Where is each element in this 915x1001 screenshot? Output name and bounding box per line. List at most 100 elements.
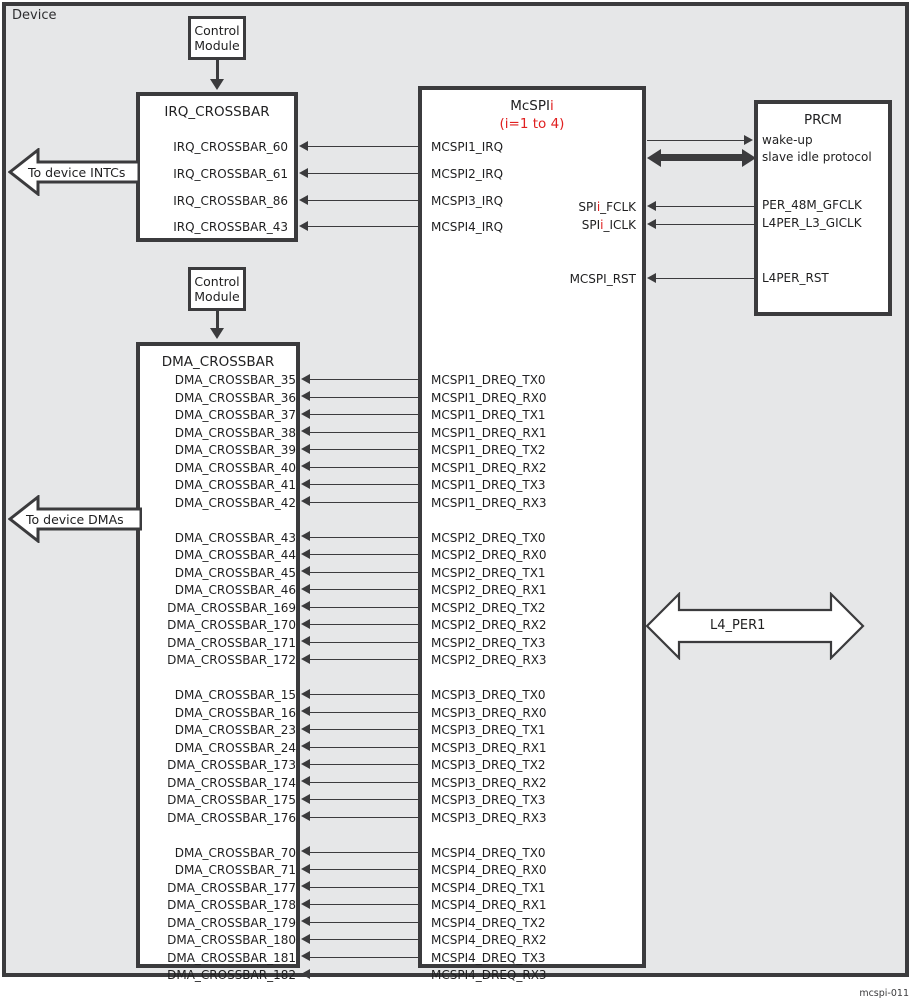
dma-crossbar-port-1-7: DMA_CROSSBAR_172: [167, 653, 296, 667]
mcspi-dreq-port-0-1: MCSPI1_DREQ_RX0: [431, 390, 547, 405]
dma-line-3-3: [309, 904, 418, 905]
dma-line-1-0: [309, 536, 418, 538]
control-module-dma-connector: [216, 311, 219, 329]
dma-line-3-0: [309, 851, 418, 853]
mcspi-dreq-port-2-2: MCSPI3_DREQ_TX1: [431, 723, 546, 737]
prcm-clock-0: PER_48M_GFCLK: [762, 198, 862, 212]
prcm-signal-1: slave idle protocol: [762, 150, 872, 164]
dma-crossbar-port-1-5: DMA_CROSSBAR_170: [167, 618, 296, 632]
dma-crossbar-port-3-4: DMA_CROSSBAR_179: [167, 915, 296, 930]
dma-line-0-0: [309, 379, 418, 380]
dma-line-0-7: [309, 501, 418, 503]
dma-line-3-1: [309, 869, 418, 870]
to-device-dmas-label: To device DMAs: [26, 512, 124, 527]
mcspi-irq-label-0: MCSPI1_IRQ: [431, 140, 504, 154]
mcspi-dreq-port-2-1: MCSPI3_DREQ_RX0: [431, 705, 547, 720]
fclk-line: [655, 206, 754, 207]
control-module-dma: Control Module: [188, 267, 246, 311]
iclk-arrowhead: [647, 219, 656, 229]
dma-line-1-5: [309, 624, 418, 625]
mcspi-irq-label-3: MCSPI4_IRQ: [431, 220, 504, 234]
mcspi-dreq-port-0-7: MCSPI1_DREQ_RX3: [431, 495, 547, 510]
dma-line-1-2: [309, 571, 418, 573]
dma-crossbar-port-2-1: DMA_CROSSBAR_16: [174, 705, 296, 720]
control-module-2-line1: Control: [194, 274, 240, 289]
dma-crossbar-port-1-0: DMA_CROSSBAR_43: [174, 530, 296, 545]
dma-line-1-4: [309, 606, 418, 608]
figure-caption: mcspi-011: [859, 988, 909, 999]
dma-line-2-4: [309, 764, 418, 765]
control-module-dma-arrowhead: [210, 328, 224, 339]
dma-crossbar-port-0-1: DMA_CROSSBAR_36: [174, 390, 296, 405]
dma-crossbar-port-0-3: DMA_CROSSBAR_38: [174, 425, 296, 440]
dma-line-2-2: [309, 729, 418, 730]
mcspi-dreq-port-3-0: MCSPI4_DREQ_TX0: [431, 845, 546, 860]
dma-crossbar-port-0-6: DMA_CROSSBAR_41: [174, 478, 296, 492]
control-module-irq-connector: [216, 60, 219, 80]
mcspi-dreq-port-2-4: MCSPI3_DREQ_TX2: [431, 758, 546, 772]
dma-crossbar-port-2-6: DMA_CROSSBAR_175: [167, 793, 296, 807]
dma-line-0-5: [309, 466, 418, 468]
mcspi-fclk-prefix: SPI: [578, 200, 597, 214]
mcspi-dreq-port-3-1: MCSPI4_DREQ_RX0: [431, 863, 547, 877]
irq-line-3: [307, 226, 418, 227]
control-module-line2: Module: [194, 38, 240, 53]
dma-crossbar-port-2-7: DMA_CROSSBAR_176: [167, 810, 296, 825]
dma-crossbar-port-3-5: DMA_CROSSBAR_180: [167, 933, 296, 947]
mcspi-dreq-port-0-4: MCSPI1_DREQ_TX2: [431, 443, 546, 457]
dma-crossbar-port-3-2: DMA_CROSSBAR_177: [167, 880, 296, 895]
mcspi-dreq-port-1-4: MCSPI2_DREQ_TX2: [431, 600, 546, 615]
prcm-title: PRCM: [804, 112, 842, 128]
irq-arrowhead-1: [299, 168, 308, 178]
mcspi-irq-label-1: MCSPI2_IRQ: [431, 167, 504, 181]
mcspi-dreq-port-0-3: MCSPI1_DREQ_RX1: [431, 425, 547, 440]
dma-crossbar-port-1-2: DMA_CROSSBAR_45: [174, 565, 296, 580]
dma-line-3-6: [309, 956, 418, 958]
mcspi-dreq-port-1-7: MCSPI2_DREQ_RX3: [431, 653, 547, 667]
irq-arrowhead-3: [299, 221, 308, 231]
dma-line-2-5: [309, 781, 418, 783]
mcspi-dreq-port-1-2: MCSPI2_DREQ_TX1: [431, 565, 546, 580]
control-module-2-line2: Module: [194, 289, 240, 304]
dma-line-3-2: [309, 886, 418, 888]
mcspi-dreq-port-0-0: MCSPI1_DREQ_TX0: [431, 373, 546, 387]
irq-crossbar-port-3: IRQ_CROSSBAR_43: [173, 220, 288, 234]
irq-crossbar-title: IRQ_CROSSBAR: [164, 104, 270, 120]
dma-crossbar-port-3-7: DMA_CROSSBAR_182: [167, 968, 296, 982]
dma-line-0-4: [309, 449, 418, 450]
mcspi-title: McSPIi: [422, 98, 642, 114]
wakeup-line: [647, 140, 745, 141]
mcspi-dreq-port-0-6: MCSPI1_DREQ_TX3: [431, 478, 546, 492]
dma-crossbar-port-2-3: DMA_CROSSBAR_24: [174, 740, 296, 755]
dma-crossbar-port-2-0: DMA_CROSSBAR_15: [174, 688, 296, 702]
control-module-irq-arrowhead: [210, 79, 224, 90]
slave-idle-line: [657, 154, 745, 161]
irq-line-2: [307, 200, 418, 201]
mcspi-dreq-port-2-0: MCSPI3_DREQ_TX0: [431, 688, 546, 702]
dma-line-3-4: [309, 921, 418, 923]
mcspi-dreq-port-1-1: MCSPI2_DREQ_RX0: [431, 548, 547, 562]
irq-crossbar-port-1: IRQ_CROSSBAR_61: [173, 167, 288, 181]
irq-line-1: [307, 173, 418, 174]
device-label: Device: [12, 8, 57, 23]
diagram-canvas: Device Control Module IRQ_CROSSBAR IRQ_C…: [0, 0, 915, 1001]
dma-line-0-3: [309, 431, 418, 433]
mcspi-fclk-suffix: _FCLK: [600, 200, 636, 214]
mcspi-dreq-port-1-0: MCSPI2_DREQ_TX0: [431, 530, 546, 545]
to-device-intcs-label: To device INTCs: [28, 165, 126, 180]
mcspi-dreq-port-3-7: MCSPI4_DREQ_RX3: [431, 968, 547, 982]
dma-crossbar-port-0-2: DMA_CROSSBAR_37: [174, 408, 296, 422]
dma-line-2-0: [309, 694, 418, 695]
mcspi-iclk-suffix: _ICLK: [603, 218, 636, 232]
mcspi-dreq-port-2-5: MCSPI3_DREQ_RX2: [431, 775, 547, 790]
dma-line-0-6: [309, 484, 418, 485]
irq-line-0: [307, 146, 418, 147]
mcspi-dreq-port-1-6: MCSPI2_DREQ_TX3: [431, 635, 546, 650]
dma-line-0-1: [309, 396, 418, 398]
dma-crossbar-port-1-3: DMA_CROSSBAR_46: [174, 583, 296, 597]
dma-crossbar-port-1-6: DMA_CROSSBAR_171: [167, 635, 296, 650]
prcm-clock-1: L4PER_L3_GICLK: [762, 216, 862, 230]
control-module-line1: Control: [194, 23, 240, 38]
prcm-signal-0: wake-up: [762, 133, 813, 147]
dma-crossbar-port-3-6: DMA_CROSSBAR_181: [167, 950, 296, 965]
